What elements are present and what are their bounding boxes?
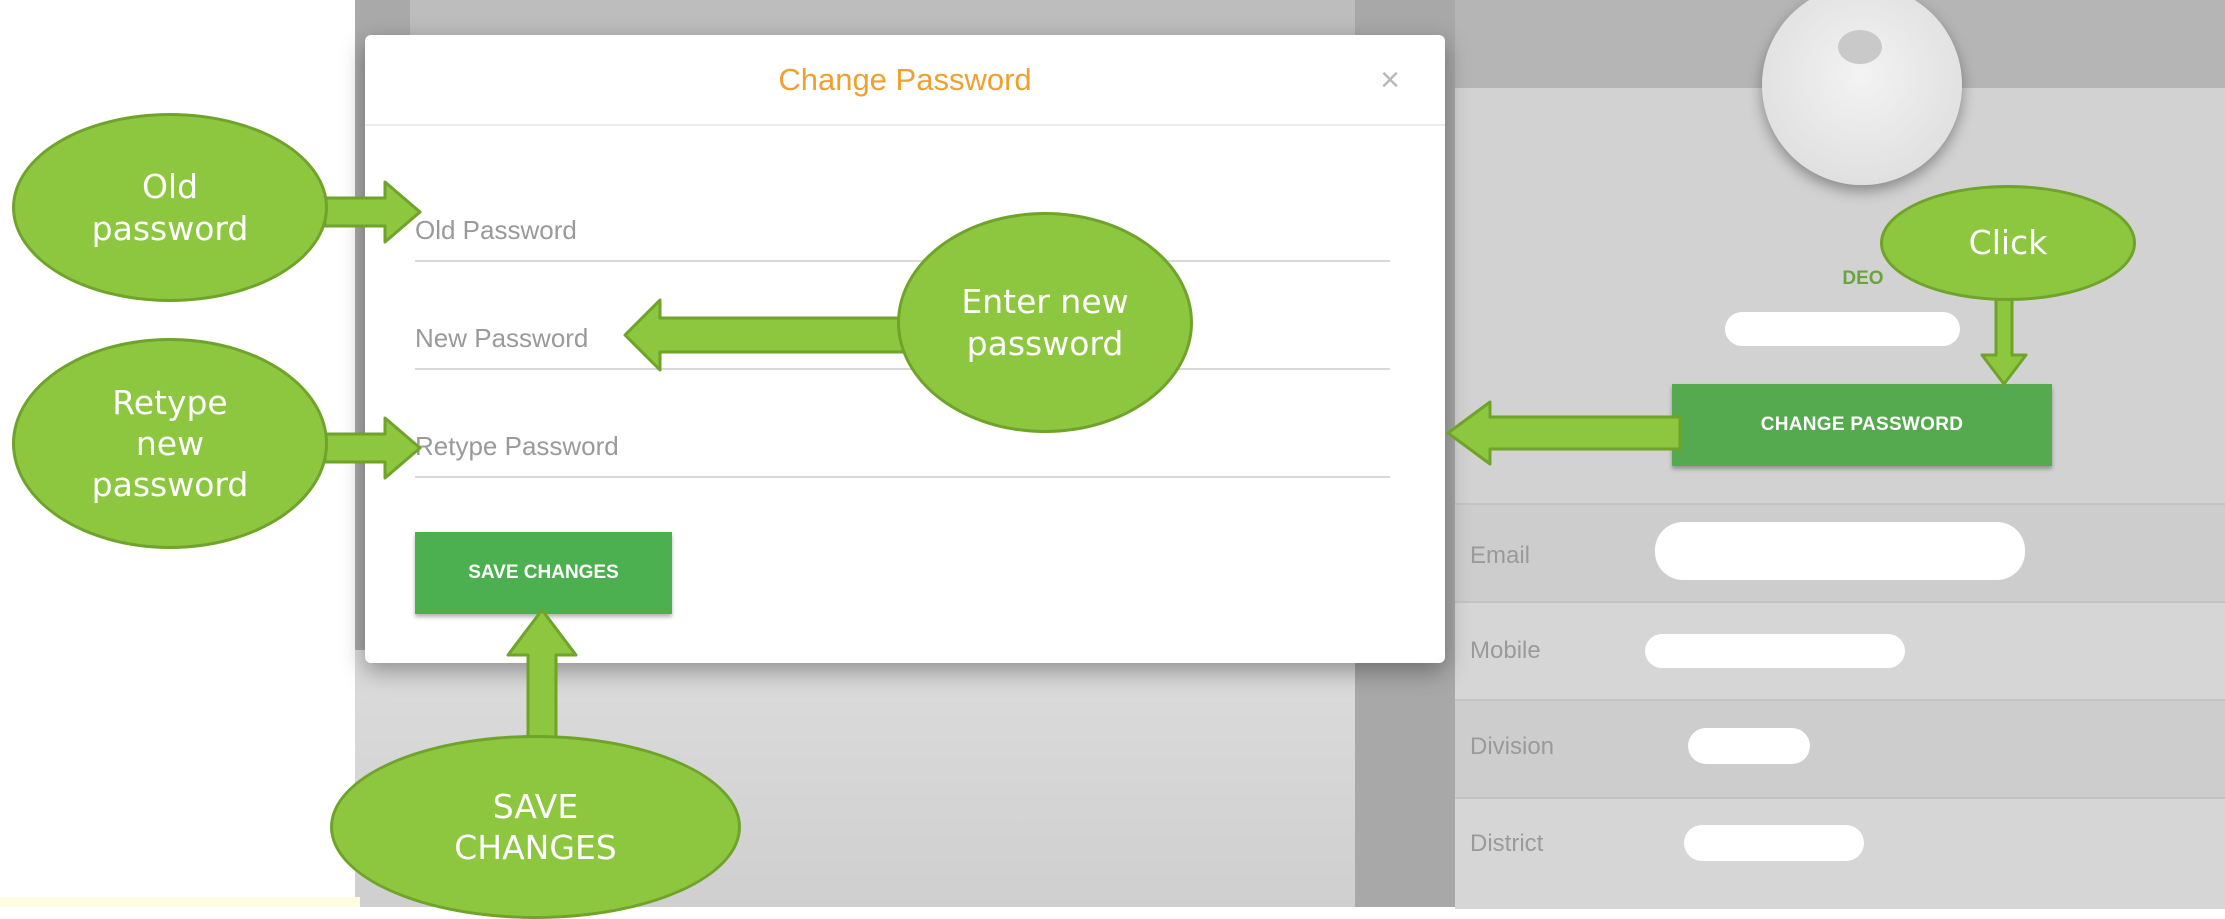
annotation-enter-new-password: Enter new password: [897, 212, 1193, 433]
arrow-old-password-icon: [323, 180, 422, 244]
arrow-change-password-icon: [1446, 400, 1682, 466]
arrow-new-password-icon: [623, 298, 907, 372]
annotation-old-password: Old password: [12, 113, 328, 302]
annotation-save-changes: SAVE CHANGES: [330, 735, 741, 919]
annotation-retype-new-password: Retype new password: [12, 338, 328, 549]
annotation-arrows: [323, 180, 2028, 792]
arrow-retype-password-icon: [323, 416, 422, 480]
annotation-click: Click: [1880, 185, 2136, 301]
